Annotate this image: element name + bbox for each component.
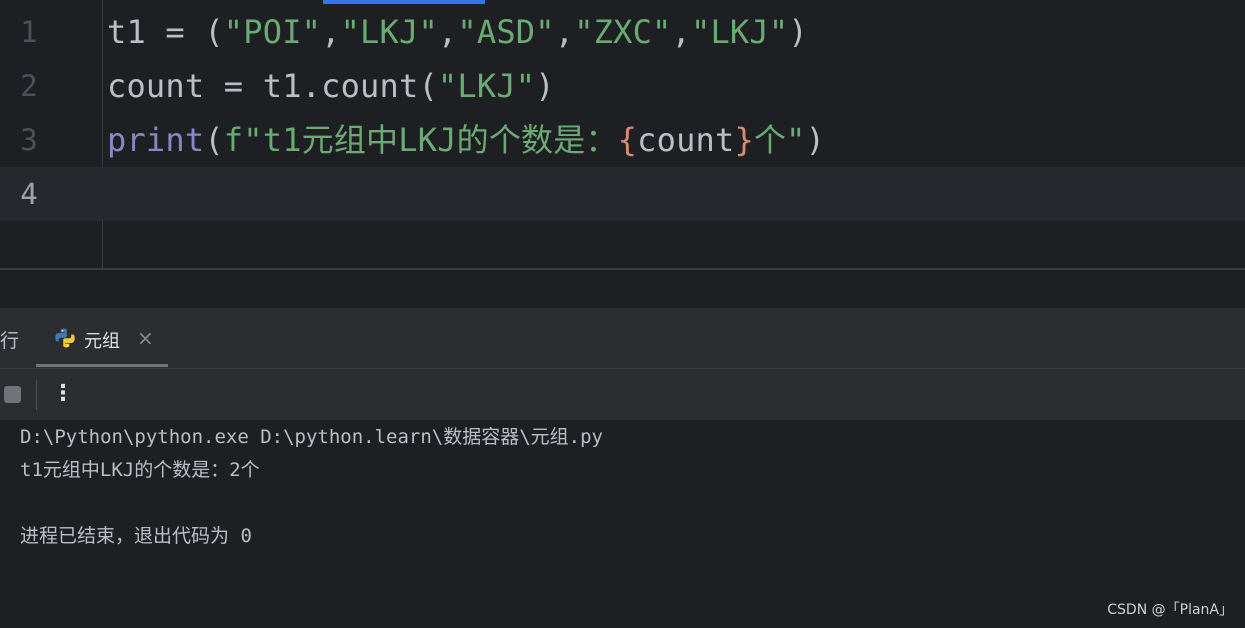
code-line-3[interactable]: 3 print(f"t1元组中LKJ的个数是：{count}个") (0, 113, 1245, 167)
line-number: 4 (20, 177, 38, 211)
code-text[interactable]: t1 = ("POI","LKJ","ASD","ZXC","LKJ") (107, 5, 808, 59)
run-tool-window: 行 元组 × ⋮ D:\Python\python.exe D:\python.… (0, 308, 1245, 628)
active-tab-indicator (36, 364, 168, 367)
toolbar-separator (36, 380, 37, 410)
code-editor[interactable]: 1 t1 = ("POI","LKJ","ASD","ZXC","LKJ") 2… (0, 0, 1245, 270)
python-icon (55, 328, 75, 348)
code-text[interactable]: print(f"t1元组中LKJ的个数是：{count}个") (107, 113, 825, 167)
tab-run-config[interactable]: 元组 × (36, 308, 168, 368)
line-number: 2 (20, 69, 38, 103)
code-line-1[interactable]: 1 t1 = ("POI","LKJ","ASD","ZXC","LKJ") (0, 5, 1245, 59)
code-line-4-current[interactable]: 4 (0, 167, 1245, 221)
line-number: 3 (20, 123, 38, 157)
stop-icon[interactable] (4, 386, 21, 403)
console-output[interactable]: D:\Python\python.exe D:\python.learn\数据容… (0, 420, 1245, 628)
more-options-icon[interactable]: ⋮ (52, 380, 74, 410)
console-line: t1元组中LKJ的个数是：2个 (20, 459, 260, 481)
run-tab-bar: 行 元组 × (0, 308, 1245, 368)
code-text[interactable]: count = t1.count("LKJ") (107, 59, 555, 113)
line-number: 1 (20, 15, 38, 49)
console-line: 进程已结束，退出代码为 0 (20, 525, 252, 547)
console-line: D:\Python\python.exe D:\python.learn\数据容… (20, 426, 603, 448)
editor-tab-indicator (323, 0, 485, 4)
watermark: CSDN @「PlanA」 (1107, 602, 1233, 618)
code-line-2[interactable]: 2 count = t1.count("LKJ") (0, 59, 1245, 113)
close-icon[interactable]: × (137, 326, 154, 350)
panel-splitter[interactable] (0, 270, 1245, 308)
run-window-title: 行 (0, 330, 20, 352)
run-toolbar: ⋮ (0, 368, 1245, 420)
tab-label: 元组 (84, 331, 120, 352)
